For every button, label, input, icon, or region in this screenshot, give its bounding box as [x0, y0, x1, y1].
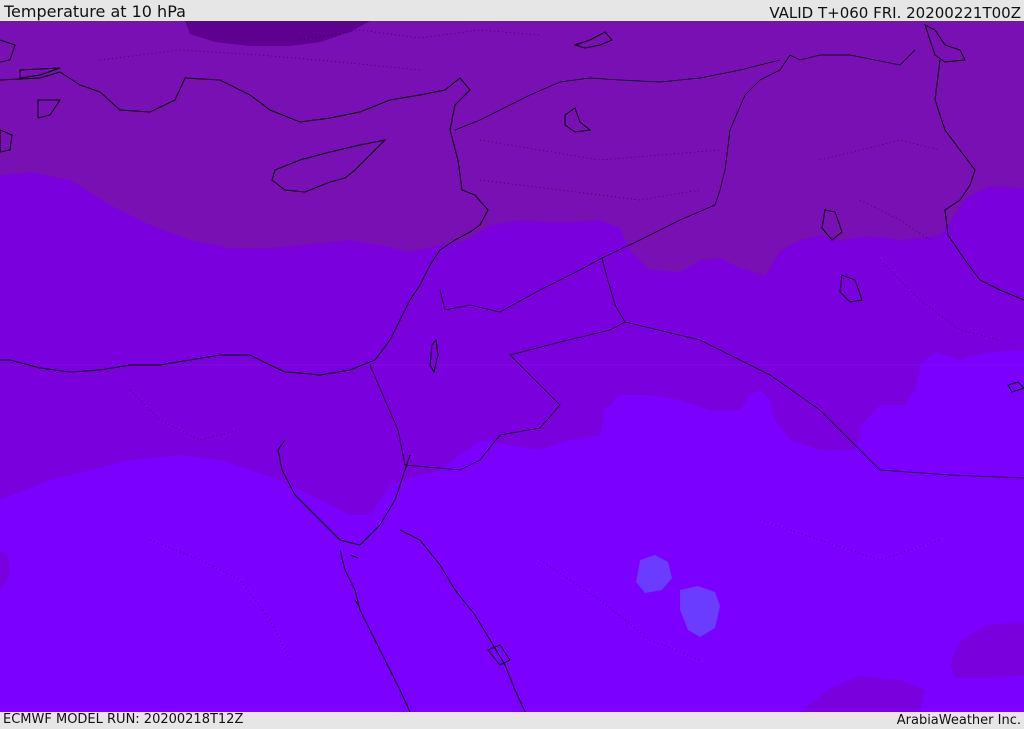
- map-title: Temperature at 10 hPa: [4, 2, 186, 21]
- temperature-map[interactable]: [0, 21, 1024, 712]
- credit-text: ArabiaWeather Inc.: [896, 713, 1021, 728]
- footer-bar: ECMWF MODEL RUN: 20200218T12Z ArabiaWeat…: [0, 712, 1024, 729]
- valid-time: VALID T+060 FRI. 20200221T00Z: [769, 4, 1021, 22]
- model-run: ECMWF MODEL RUN: 20200218T12Z: [3, 712, 244, 727]
- header-bar: Temperature at 10 hPa VALID T+060 FRI. 2…: [0, 0, 1024, 21]
- map-canvas: [0, 21, 1024, 712]
